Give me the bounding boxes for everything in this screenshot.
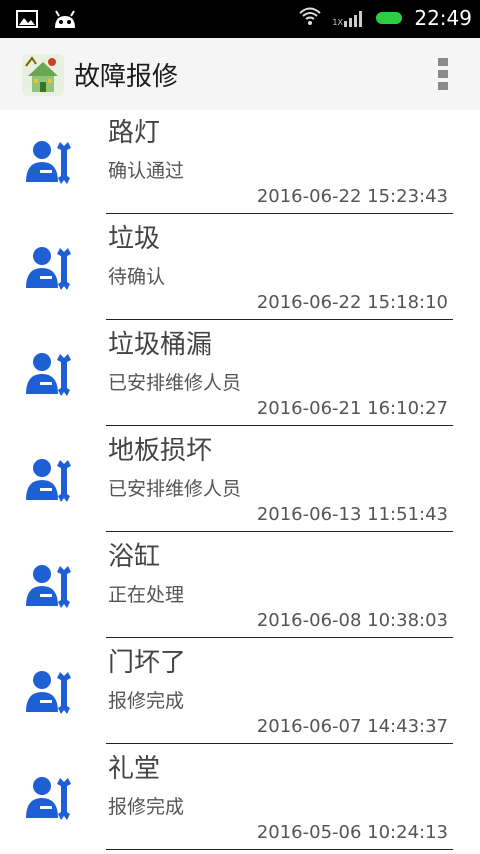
overflow-dot — [438, 70, 448, 78]
divider — [106, 425, 453, 426]
item-title: 浴缸 — [108, 542, 161, 572]
item-time: 2016-06-13 11:51:43 — [256, 504, 448, 525]
list-item[interactable]: 垃圾桶漏 已安排维修人员 2016-06-21 16:10:27 — [0, 322, 480, 428]
toolbar: 故障报修 — [0, 38, 480, 110]
status-bar: 1X 22:49 — [0, 0, 480, 38]
item-title: 地板损坏 — [108, 436, 213, 466]
repairman-wrench-icon — [24, 776, 72, 820]
list-item[interactable]: 路灯 确认通过 2016-06-22 15:23:43 — [0, 110, 480, 216]
item-time: 2016-06-22 15:23:43 — [256, 186, 448, 207]
list-item[interactable]: 礼堂 报修完成 2016-05-06 10:24:13 — [0, 746, 480, 852]
page-title: 故障报修 — [74, 62, 179, 92]
overflow-menu-button[interactable] — [436, 58, 450, 90]
divider — [106, 213, 453, 214]
repairman-wrench-icon — [24, 670, 72, 714]
item-time: 2016-06-07 14:43:37 — [256, 716, 448, 737]
item-status: 正在处理 — [108, 584, 185, 606]
divider — [106, 531, 453, 532]
list-item[interactable]: 门坏了 报修完成 2016-06-07 14:43:37 — [0, 640, 480, 746]
overflow-menu-icon — [438, 58, 448, 66]
repairman-wrench-icon — [24, 352, 72, 396]
item-status: 报修完成 — [108, 796, 185, 818]
list-item[interactable]: 垃圾 待确认 2016-06-22 15:18:10 — [0, 216, 480, 322]
item-title: 垃圾桶漏 — [108, 330, 213, 360]
divider — [106, 637, 453, 638]
item-title: 垃圾 — [108, 224, 161, 254]
item-time: 2016-06-08 10:38:03 — [256, 610, 448, 631]
item-status: 已安排维修人员 — [108, 478, 242, 500]
repairman-wrench-icon — [24, 140, 72, 184]
list-item[interactable]: 地板损坏 已安排维修人员 2016-06-13 11:51:43 — [0, 428, 480, 534]
divider — [106, 319, 453, 320]
repairman-wrench-icon — [24, 564, 72, 608]
item-title: 路灯 — [108, 118, 161, 148]
item-time: 2016-06-21 16:10:27 — [256, 398, 448, 419]
network-type-label: 1X — [332, 18, 343, 27]
repairman-wrench-icon — [24, 458, 72, 502]
item-status: 待确认 — [108, 266, 166, 288]
item-status: 确认通过 — [108, 160, 185, 182]
wifi-icon — [298, 6, 322, 30]
app-logo — [22, 54, 64, 96]
repair-list: 路灯 确认通过 2016-06-22 15:23:43 垃圾 待确认 2016-… — [0, 110, 480, 852]
clock: 22:49 — [414, 6, 472, 30]
item-title: 礼堂 — [108, 754, 161, 784]
overflow-dot — [438, 82, 448, 90]
item-time: 2016-06-22 15:18:10 — [256, 292, 448, 313]
divider — [106, 743, 453, 744]
gallery-icon — [16, 10, 38, 32]
item-status: 已安排维修人员 — [108, 372, 242, 394]
repairman-wrench-icon — [24, 246, 72, 290]
divider — [106, 849, 453, 850]
signal-icon: 1X — [332, 7, 366, 29]
battery-icon — [376, 12, 403, 24]
list-item[interactable]: 浴缸 正在处理 2016-06-08 10:38:03 — [0, 534, 480, 640]
android-icon — [52, 8, 78, 34]
item-status: 报修完成 — [108, 690, 185, 712]
item-time: 2016-05-06 10:24:13 — [256, 822, 448, 843]
item-title: 门坏了 — [108, 648, 187, 678]
